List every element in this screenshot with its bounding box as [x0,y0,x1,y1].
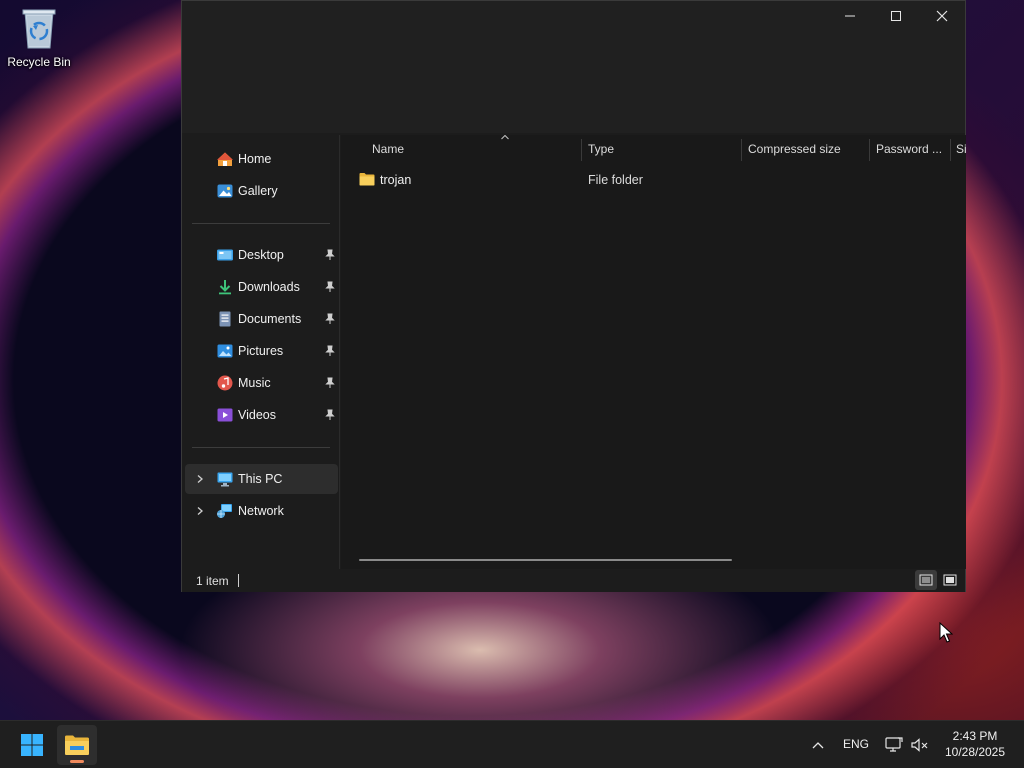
pin-icon [325,249,335,260]
column-header-size[interactable]: Si [956,135,966,163]
chevron-up-icon [812,742,824,749]
mouse-pointer-icon [939,622,953,643]
nav-label-home: Home [238,152,272,166]
maximize-button[interactable] [873,1,919,31]
column-divider[interactable] [950,139,951,161]
clock-time: 2:43 PM [952,729,998,743]
nav-item-desktop[interactable]: Desktop [185,240,338,270]
file-explorer-icon [65,735,89,755]
pin-icon [325,313,335,324]
nav-item-pictures[interactable]: Pictures [185,336,338,366]
folder-icon [359,173,375,186]
close-button[interactable] [919,1,965,31]
nav-item-music[interactable]: Music [185,368,338,398]
close-icon [936,10,948,22]
documents-icon [219,311,231,327]
navigation-pane: Home Gallery Desktop Downloads Documents… [182,135,338,569]
home-icon [217,152,233,166]
status-separator [238,574,239,587]
title-bar[interactable] [182,1,965,133]
nav-item-network[interactable]: Network [185,496,338,526]
pane-splitter[interactable] [339,135,340,569]
pin-icon [325,409,335,420]
desktop-icon-recycle-bin[interactable]: Recycle Bin [4,6,74,76]
nav-item-gallery[interactable]: Gallery [185,176,338,206]
column-divider[interactable] [741,139,742,161]
volume-muted-icon[interactable] [910,736,930,754]
downloads-icon [219,280,231,295]
minimize-button[interactable] [827,1,873,31]
nav-label-gallery: Gallery [238,184,278,198]
column-label-password: Password ... [876,142,943,156]
system-clock[interactable]: 2:43 PM 10/28/2025 [936,728,1014,760]
nav-item-this-pc[interactable]: This PC [185,464,338,494]
column-divider[interactable] [581,139,582,161]
item-count: 1 item [196,573,229,588]
windows-start-icon [21,734,43,756]
nav-label-pictures: Pictures [238,344,284,358]
large-icons-view-icon [943,574,957,586]
nav-label-music: Music [238,376,271,390]
column-divider[interactable] [869,139,870,161]
horizontal-scrollbar[interactable] [359,559,732,561]
network-status-icon[interactable] [884,736,904,754]
pin-icon [325,281,335,292]
recycle-bin-label: Recycle Bin [7,55,71,69]
nav-divider [192,447,330,448]
gallery-icon [217,184,233,198]
nav-item-documents[interactable]: Documents [185,304,338,334]
taskbar-file-explorer-button[interactable] [57,725,97,765]
language-indicator[interactable]: ENG [838,737,874,751]
start-button[interactable] [12,725,52,765]
column-label-name: Name [372,142,405,156]
active-app-indicator [70,760,84,763]
column-label-type: Type [588,142,615,156]
column-header-type[interactable]: Type [588,135,740,163]
pin-icon [325,345,335,356]
nav-label-videos: Videos [238,408,276,422]
column-label-size: Si [956,142,966,156]
clock-date: 10/28/2025 [944,745,1006,759]
minimize-icon [845,15,855,17]
column-header-name[interactable]: Name [372,135,580,163]
file-list-pane[interactable]: Name Type Compressed size Password ... S… [341,135,966,569]
network-icon [217,504,232,518]
file-row[interactable]: trojan File folder [357,167,957,193]
nav-label-network: Network [238,504,284,518]
desktop-folder-icon [217,249,233,261]
sort-ascending-icon [501,135,509,140]
column-header-compressed-size[interactable]: Compressed size [748,135,868,163]
nav-label-downloads: Downloads [238,280,300,294]
details-view-button[interactable] [915,570,937,590]
nav-label-this-pc: This PC [238,472,283,486]
column-label-compressed-size: Compressed size [748,142,841,156]
nav-label-documents: Documents [238,312,302,326]
pictures-icon [217,344,233,358]
recycle-bin-icon [22,9,56,49]
this-pc-icon [217,472,233,487]
pin-icon [325,377,335,388]
nav-divider [192,223,330,224]
file-type: File folder [588,173,643,187]
videos-icon [217,408,233,422]
chevron-right-icon[interactable] [195,474,205,484]
nav-label-desktop: Desktop [238,248,284,262]
file-explorer-window: Home Gallery Desktop Downloads Documents… [181,0,966,592]
chevron-right-icon[interactable] [195,506,205,516]
column-header-password[interactable]: Password ... [876,135,949,163]
nav-item-videos[interactable]: Videos [185,400,338,430]
show-hidden-icons-button[interactable] [808,735,828,755]
maximize-icon [891,11,901,21]
taskbar: ENG 2:43 PM 10/28/2025 [0,720,1024,768]
large-icons-view-button[interactable] [939,570,961,590]
music-icon [217,375,233,391]
nav-item-downloads[interactable]: Downloads [185,272,338,302]
nav-item-home[interactable]: Home [185,144,338,174]
status-bar: 1 item [182,569,965,592]
details-view-icon [919,574,933,586]
file-name: trojan [380,173,412,187]
